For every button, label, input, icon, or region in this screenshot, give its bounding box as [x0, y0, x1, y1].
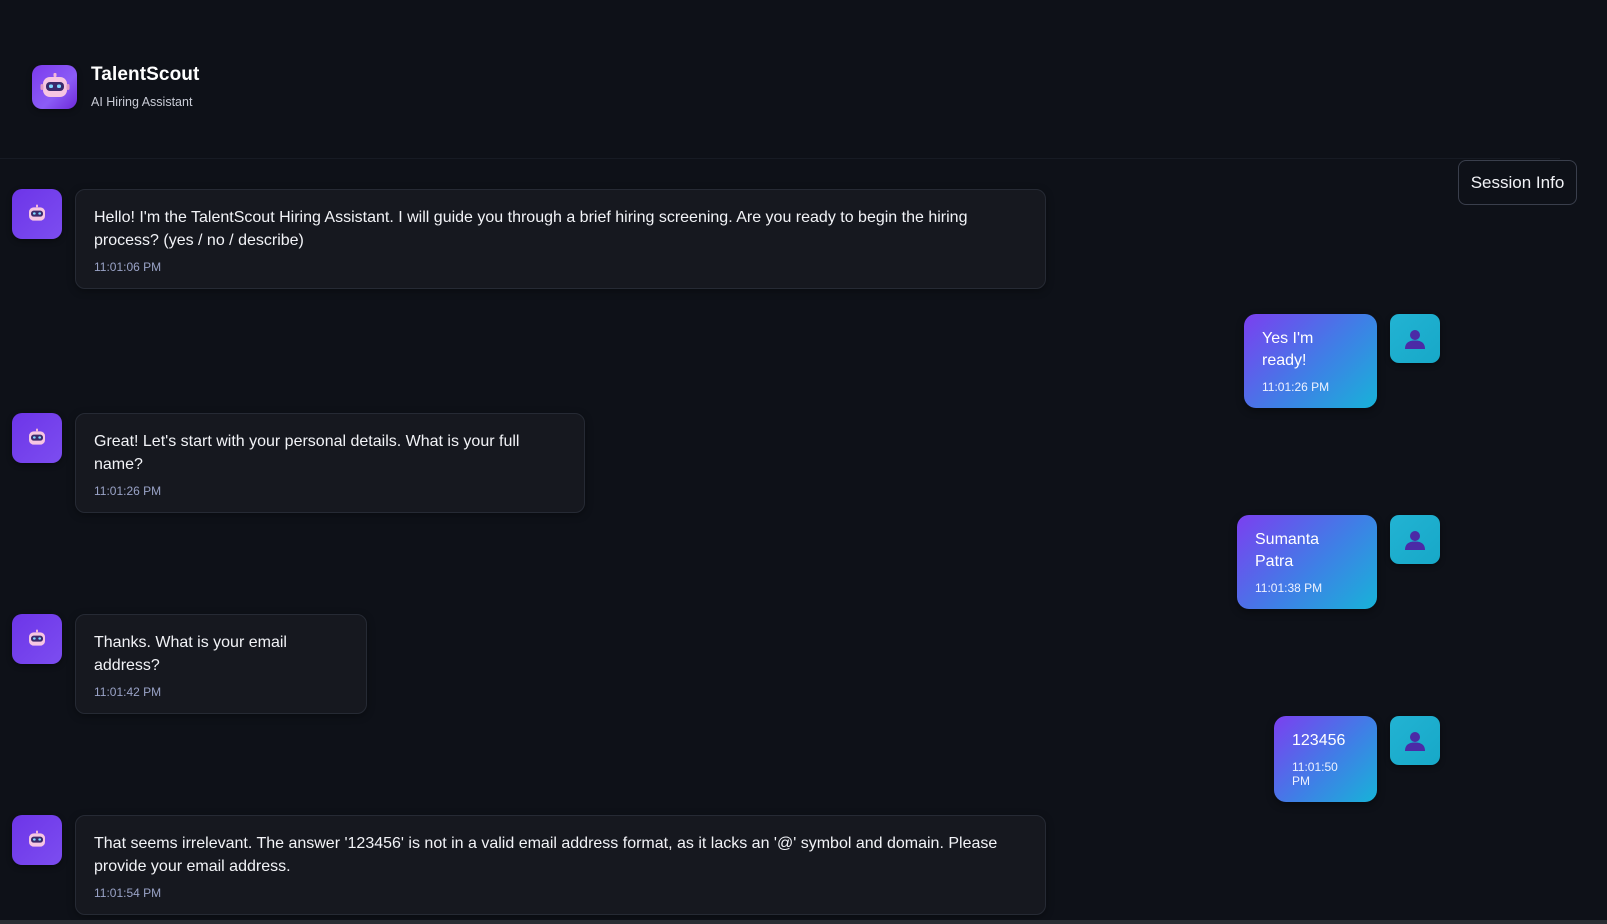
message-timestamp: 11:01:50 PM	[1292, 760, 1338, 788]
message-timestamp: 11:01:42 PM	[94, 685, 162, 699]
message-text: Hello! I'm the TalentScout Hiring Assist…	[94, 209, 968, 249]
session-info-button[interactable]: Session Info	[1458, 160, 1577, 205]
bot-avatar-icon	[12, 614, 62, 664]
robot-logo-icon	[32, 64, 77, 109]
user-avatar-icon	[1390, 716, 1440, 765]
app-header: TalentScout AI Hiring Assistant	[32, 64, 199, 109]
message-timestamp: 11:01:54 PM	[94, 886, 162, 900]
message-text: Sumanta Patra	[1255, 531, 1320, 570]
message-timestamp: 11:01:26 PM	[94, 484, 162, 498]
message-text: Great! Let's start with your personal de…	[94, 433, 520, 473]
user-avatar-icon	[1390, 515, 1440, 564]
user-avatar-icon	[1390, 314, 1440, 363]
user-message: Yes I'm ready! 11:01:26 PM	[1244, 314, 1377, 408]
user-message: 123456 11:01:50 PM	[1274, 716, 1377, 802]
message-timestamp: 11:01:38 PM	[1255, 581, 1323, 595]
message-text: 123456	[1292, 732, 1346, 749]
bot-avatar-icon	[12, 413, 62, 463]
bot-message: Great! Let's start with your personal de…	[75, 413, 585, 513]
bot-message: Thanks. What is your email address? 11:0…	[75, 614, 367, 714]
message-timestamp: 11:01:06 PM	[94, 260, 162, 274]
chat-app: TalentScout AI Hiring Assistant Session …	[0, 0, 1607, 924]
user-message: Sumanta Patra 11:01:38 PM	[1237, 515, 1377, 609]
message-timestamp: 11:01:26 PM	[1262, 380, 1330, 394]
bot-message: Hello! I'm the TalentScout Hiring Assist…	[75, 189, 1046, 289]
bot-message: That seems irrelevant. The answer '12345…	[75, 815, 1046, 915]
bottom-scroll-edge	[0, 920, 1607, 924]
header-divider	[0, 158, 1560, 159]
brand: TalentScout AI Hiring Assistant	[91, 64, 199, 109]
app-subtitle: AI Hiring Assistant	[91, 95, 193, 109]
message-text: Yes I'm ready!	[1262, 330, 1314, 369]
message-text: Thanks. What is your email address?	[94, 634, 287, 674]
message-text: That seems irrelevant. The answer '12345…	[94, 835, 998, 875]
bot-avatar-icon	[12, 189, 62, 239]
app-title: TalentScout	[91, 64, 200, 85]
bot-avatar-icon	[12, 815, 62, 865]
